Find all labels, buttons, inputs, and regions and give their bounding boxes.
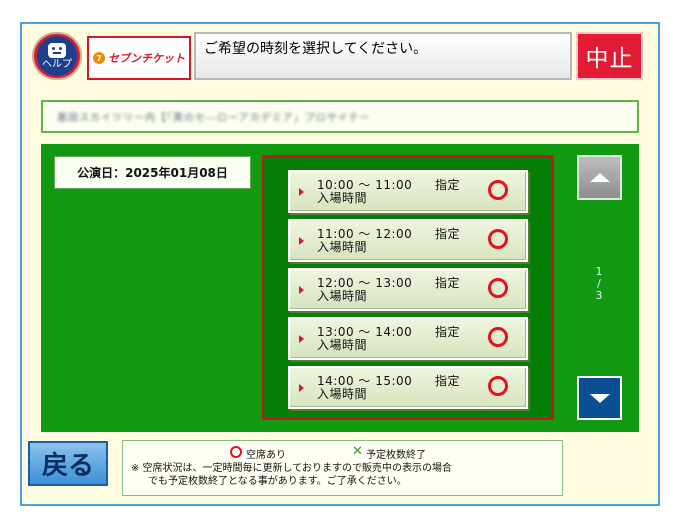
slot-sub: 入場時間 [317, 190, 368, 205]
help-badge: ヘルプ [37, 36, 77, 76]
slot-time: 13:00 ～ 14:00 [317, 324, 413, 339]
slot-arrow-icon [299, 383, 304, 392]
legend-soldout: 予定枚数終了 [366, 450, 426, 461]
slot-tag: 指定 [435, 275, 461, 290]
legend-available: 空席あり [246, 450, 286, 461]
triangle-down-icon [589, 393, 610, 403]
time-slot-button[interactable]: 11:00 ～ 12:00 指定 入場時間 [288, 219, 528, 262]
available-circle-icon [488, 376, 508, 396]
slot-sub: 入場時間 [317, 288, 368, 303]
scroll-up-button[interactable] [577, 155, 622, 200]
slot-time: 14:00 ～ 15:00 [317, 373, 413, 388]
help-face-icon [48, 42, 66, 58]
page-title: ご希望の時刻を選択してください。 [194, 32, 572, 80]
available-circle-icon [488, 278, 508, 298]
slot-arrow-icon [299, 187, 304, 196]
help-label: ヘルプ [42, 58, 72, 70]
slot-time: 12:00 ～ 13:00 [317, 275, 413, 290]
help-button[interactable]: ヘルプ [32, 32, 82, 80]
scroll-down-button[interactable] [577, 376, 622, 420]
time-slot-button[interactable]: 12:00 ～ 13:00 指定 入場時間 [288, 268, 528, 311]
stop-button[interactable]: 中止 [576, 32, 643, 80]
slot-tag: 指定 [435, 373, 461, 388]
slot-arrow-icon [299, 334, 304, 343]
slot-arrow-icon [299, 285, 304, 294]
seven-logo-icon: 7 [93, 52, 105, 64]
logo-text: セブンチケット [108, 52, 185, 65]
slot-sub: 入場時間 [317, 337, 368, 352]
legend-box: 空席あり ✕ 予定枚数終了 ※ 空席状況は、一定時間毎に更新しておりますので販売… [122, 440, 563, 496]
event-name-blurred: 墨田スカイツリー内【「黒のセ―ローアカデミア」プロサイテー [57, 113, 371, 124]
event-name-bar: 墨田スカイツリー内【「黒のセ―ローアカデミア」プロサイテー [41, 100, 639, 133]
performance-date: 公演日：2025年01月08日 [54, 156, 251, 189]
slot-sub: 入場時間 [317, 239, 368, 254]
page-indicator: 1 / 3 [591, 266, 607, 302]
slot-sub: 入場時間 [317, 386, 368, 401]
triangle-up-icon [589, 173, 610, 182]
slot-tag: 指定 [435, 226, 461, 241]
available-circle-icon [488, 180, 508, 200]
note-line-1: ※ 空席状況は、一定時間毎に更新しておりますので販売中の表示の場合 [131, 463, 452, 474]
seven-ticket-logo: 7 セブンチケット [87, 36, 191, 80]
availability-note: ※ 空席状況は、一定時間毎に更新しておりますので販売中の表示の場合 でも予定枚数… [131, 462, 561, 488]
time-slot-button[interactable]: 14:00 ～ 15:00 指定 入場時間 [288, 366, 528, 409]
circle-icon [230, 446, 242, 458]
page-total: 3 [595, 289, 603, 302]
note-line-2: でも予定枚数終了となる事があります。ご了承ください。 [148, 476, 407, 487]
time-slot-button[interactable]: 13:00 ～ 14:00 指定 入場時間 [288, 317, 528, 360]
slot-tag: 指定 [435, 177, 461, 192]
slot-arrow-icon [299, 236, 304, 245]
time-slot-button[interactable]: 10:00 ～ 11:00 指定 入場時間 [288, 170, 528, 213]
slot-time: 10:00 ～ 11:00 [317, 177, 413, 192]
slot-tag: 指定 [435, 324, 461, 339]
available-circle-icon [488, 327, 508, 347]
available-circle-icon [488, 229, 508, 249]
slot-time: 11:00 ～ 12:00 [317, 226, 413, 241]
back-button[interactable]: 戻る [28, 441, 108, 486]
x-mark-icon: ✕ [352, 444, 363, 459]
